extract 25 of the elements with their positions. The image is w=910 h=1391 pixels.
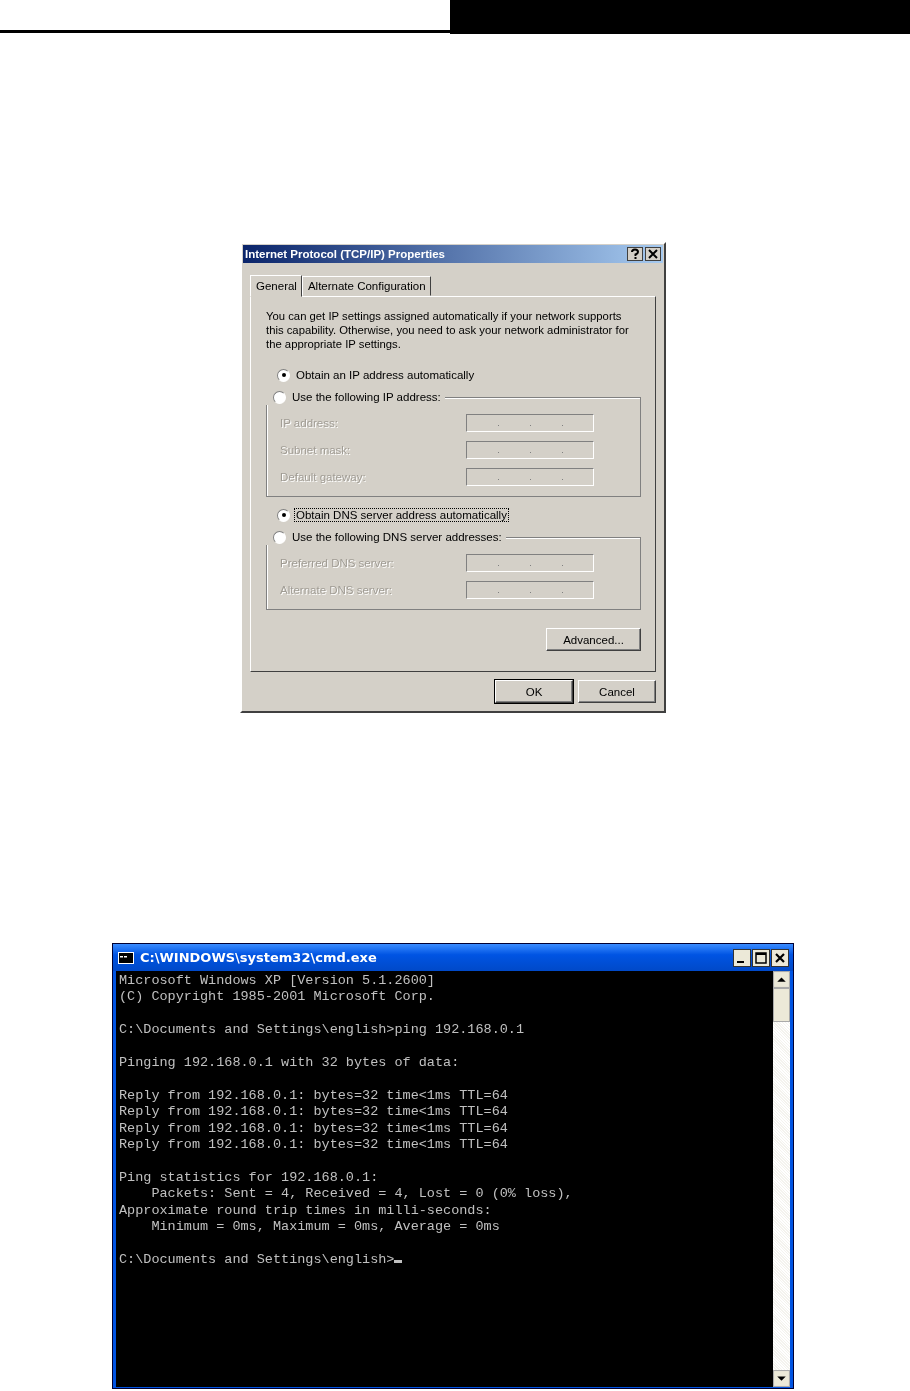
console-line: (C) Copyright 1985-2001 Microsoft Corp. xyxy=(119,989,435,1005)
window-title: Internet Protocol (TCP/IP) Properties xyxy=(245,248,446,260)
console-line: Packets: Sent = 4, Received = 4, Lost = 0 (0% loss), xyxy=(150,1186,573,1202)
console-line: Reply from 192.168.0.1: bytes=32 time<1ms TTL=64 xyxy=(119,1104,508,1120)
console-line: Approximate round trip times in milli-seconds: xyxy=(119,1202,492,1218)
console-line: Pinging 192.168.0.1 with 32 bytes of data: xyxy=(119,1055,460,1070)
console-line: Ping statistics for 192.168.0.1: xyxy=(119,1169,379,1185)
console-line: C:\Documents and Settings\english>ping 192.168.0.1 xyxy=(119,1022,525,1038)
window-title: C:\WINDOWS\system32\cmd.exe xyxy=(140,950,378,965)
ok-button[interactable]: OK xyxy=(495,680,573,703)
radio-option[interactable]: Obtain an IP address automatically xyxy=(266,367,641,383)
console-line: Minimum = 0ms, Maximum = 0ms, Average = 0ms xyxy=(150,1219,500,1235)
console-line: Reply from 192.168.0.1: bytes=32 time<1ms TTL=64 xyxy=(119,1137,508,1152)
intro-text: You can get IP settings assigned automatically if your network supports this capability. Otherwise, you need to ask your network administrator for the appropriate IP settings. xyxy=(266,309,630,351)
tab[interactable]: General xyxy=(250,275,302,297)
radio-option[interactable]: Obtain DNS server address automatically xyxy=(266,507,641,523)
console-line: Reply from 192.168.0.1: bytes=32 time<1ms TTL=64 xyxy=(119,1087,508,1103)
console-line: Reply from 192.168.0.1: bytes=32 time<1ms TTL=64 xyxy=(119,1120,508,1136)
console-line: Microsoft Windows XP [Version 5.1.2600] xyxy=(119,973,435,988)
console-line: C:\Documents and Settings\english> xyxy=(119,1251,395,1267)
radio-label[interactable]: Obtain an IP address automatically xyxy=(295,369,476,381)
tab[interactable]: Alternate Configuration xyxy=(301,276,431,296)
cancel-button[interactable]: Cancel xyxy=(578,680,656,703)
advanced-button[interactable]: Advanced... xyxy=(546,628,641,651)
radio-label[interactable]: Obtain DNS server address automatically xyxy=(295,509,508,521)
